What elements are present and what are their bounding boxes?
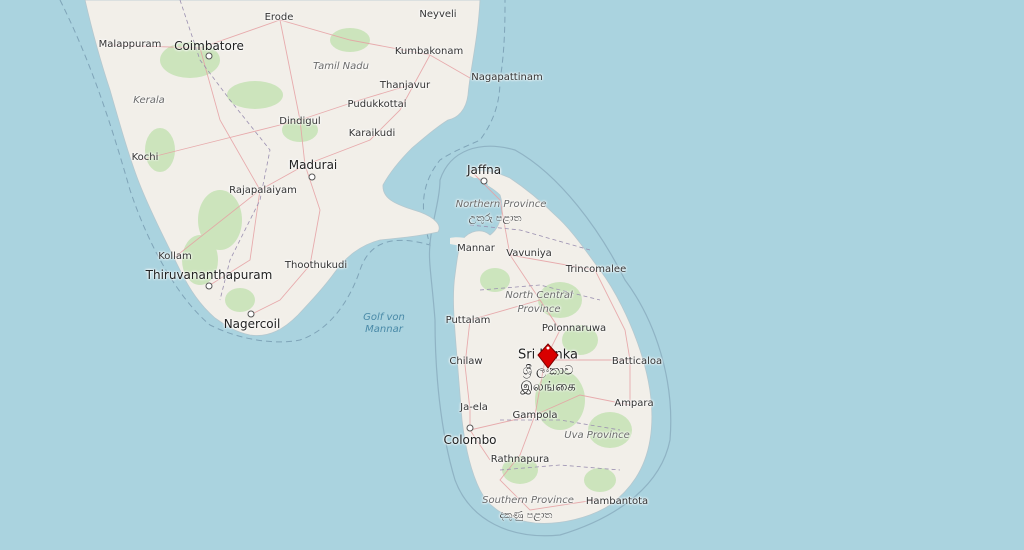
city-label-thoothukudi[interactable]: Thoothukudi: [285, 261, 347, 271]
city-label-thiruvananthapuram[interactable]: Thiruvananthapuram: [146, 269, 273, 281]
country-label-tamil: இலங்கை: [520, 379, 576, 395]
city-label-trincomalee[interactable]: Trincomalee: [566, 265, 626, 275]
city-label-madurai[interactable]: Madurai: [289, 159, 338, 171]
city-label-neyveli[interactable]: Neyveli: [419, 10, 456, 20]
city-label-vavuniya[interactable]: Vavuniya: [506, 249, 552, 259]
map-pin-icon[interactable]: [537, 343, 559, 373]
city-label-coimbatore[interactable]: Coimbatore: [174, 40, 244, 52]
water-label-line2: Mannar: [365, 324, 403, 335]
city-label-ja-ela[interactable]: Ja-ela: [460, 403, 488, 413]
city-label-chilaw[interactable]: Chilaw: [449, 357, 482, 367]
city-label-puttalam[interactable]: Puttalam: [446, 316, 491, 326]
region-label-tamil-nadu: Tamil Nadu: [313, 61, 369, 72]
region-label-southern-province-native: දකුණු පළාත: [499, 510, 553, 521]
city-dot-madurai: [308, 173, 316, 181]
city-label-nagercoil[interactable]: Nagercoil: [224, 318, 281, 330]
region-label-kerala: Kerala: [133, 95, 165, 106]
city-label-dindigul[interactable]: Dindigul: [279, 117, 320, 127]
city-label-kochi[interactable]: Kochi: [132, 153, 159, 163]
city-label-kumbakonam[interactable]: Kumbakonam: [395, 47, 463, 57]
city-label-kollam[interactable]: Kollam: [158, 252, 192, 262]
water-label-line1: Golf von: [363, 312, 405, 323]
city-label-mannar[interactable]: Mannar: [457, 244, 495, 254]
city-label-nagapattinam[interactable]: Nagapattinam: [471, 73, 542, 83]
city-dot-coimbatore: [205, 52, 213, 60]
city-label-rajapalaiyam[interactable]: Rajapalaiyam: [229, 186, 297, 196]
city-label-polonnaruwa[interactable]: Polonnaruwa: [542, 324, 606, 334]
city-dot-jaffna: [480, 177, 488, 185]
region-label-north-central: North Central: [505, 290, 573, 301]
city-label-colombo[interactable]: Colombo: [443, 434, 496, 446]
city-label-batticaloa[interactable]: Batticaloa: [612, 357, 662, 367]
region-label-northern-province-native: උතුරු පළාත: [468, 213, 522, 224]
city-label-hambantota[interactable]: Hambantota: [586, 497, 648, 507]
water-label-gulf-of-mannar: Golf von Mannar: [363, 312, 405, 336]
region-label-uva-province: Uva Province: [564, 430, 630, 441]
city-label-pudukkottai[interactable]: Pudukkottai: [348, 100, 407, 110]
city-label-rathnapura[interactable]: Rathnapura: [491, 455, 550, 465]
city-label-thanjavur[interactable]: Thanjavur: [380, 81, 430, 91]
city-dot-colombo: [466, 424, 474, 432]
region-label-north-central-province: Province: [517, 304, 561, 315]
city-dot-thiruvananthapuram: [205, 282, 213, 290]
city-label-jaffna[interactable]: Jaffna: [467, 164, 501, 176]
city-label-ampara[interactable]: Ampara: [614, 399, 653, 409]
city-label-erode[interactable]: Erode: [265, 13, 294, 23]
city-label-gampola[interactable]: Gampola: [513, 411, 558, 421]
city-label-malappuram[interactable]: Malappuram: [99, 40, 162, 50]
map-view[interactable]: Golf von Mannar Tamil Nadu Kerala Northe…: [0, 0, 1024, 550]
region-label-southern-province: Southern Province: [482, 495, 574, 506]
city-label-karaikudi[interactable]: Karaikudi: [349, 129, 395, 139]
region-label-northern-province: Northern Province: [455, 199, 547, 210]
